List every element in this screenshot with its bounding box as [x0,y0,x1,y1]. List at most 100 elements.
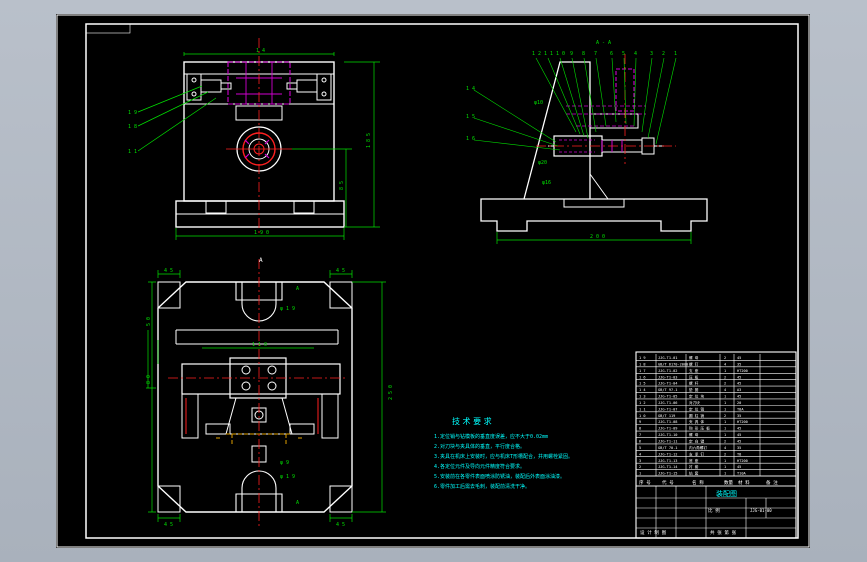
top-side-mark-2: A [296,500,299,506]
sheet-label: 共 张 第 张 [710,529,737,536]
parts-row-mat: T8 [737,452,741,456]
side-label-14: 1 4 [466,86,475,92]
front-part-label-19: 1 9 [128,110,137,116]
side-view[interactable]: 1 2 1 1 1 0 9 8 7 6 5 4 3 2 1 A - A 1 4 … [466,40,708,244]
parts-row-code: JJG-T1-15 [658,472,677,476]
side-label-4: 4 [634,51,637,57]
side-slot [563,199,625,208]
parts-row-name: 支 承 钉 [689,451,705,456]
parts-row-code: JJG-T1-02 [658,369,677,373]
parts-row-mat: 20 [737,401,741,405]
parts-row-name: 钻 套 [689,471,699,476]
top-corner-dim-tr: 4 5 [336,268,345,274]
tech-line-3: 3.夹具在机床上安装时，应与机床T形槽配合，并用螺栓紧固。 [434,453,573,460]
drawing-sheet[interactable]: 1 4 1 8 5 8 5 1 9 0 1 9 1 8 1 1 1 2 1 1 … [56,14,810,548]
parts-row-no: 1 [639,472,641,476]
top-corner-dim-bl: 4 5 [164,522,173,528]
parts-row-name: 内六角螺钉 [689,445,707,450]
side-label-5: 5 [622,51,625,57]
top-corner-dim-marks [157,270,353,522]
front-view[interactable]: 1 4 1 8 5 8 5 1 9 0 1 9 1 8 1 1 [128,38,380,240]
parts-row-qty: 2 [724,439,726,443]
parts-row-no: 4 [639,452,641,456]
header-remark: 备 注 [766,479,778,486]
parts-row-code: JJG-T1-03 [658,375,677,379]
top-hole-label-1: φ 1 9 [280,306,295,312]
side-upright [523,61,591,200]
side-top-labels: 1 2 1 1 1 0 9 8 7 6 5 4 3 2 1 [532,51,677,57]
parts-row-mat: 45 [737,465,741,469]
front-base-slots [176,201,344,215]
parts-row-mat: T10A [737,472,746,476]
parts-row-mat: A3 [737,388,741,392]
parts-row-name: 定 向 键 [689,438,705,443]
parts-row-no: 6 [639,439,641,443]
parts-row-name: 定 位 块 [689,394,705,399]
tech-line-2: 2.对刀块与夹具体的垂直，平行度合格。 [434,443,525,450]
front-mid-dim: 8 5 [339,181,345,190]
parts-row-code: GB/T 97.1 [658,388,677,392]
top-view[interactable]: A 4 5 4 5 4 5 4 5 1 1 0 2 5 0 5 0 8 0 φ … [146,257,394,529]
parts-row-name: 压 板 [689,374,699,379]
parts-row-code: JJG-T1-11 [658,439,677,443]
parts-row-qty: 4 [724,446,726,450]
parts-row-qty: 2 [724,356,726,360]
parts-row-code: JJG-T1-14 [658,465,677,469]
parts-row-no: 3 [639,459,641,463]
parts-row-code: JJG-T1-06 [658,401,677,405]
header-name: 名 称 [692,479,704,486]
top-hole-label-2: φ 1 9 [280,474,295,480]
parts-row-name: 钩 形 压 板 [689,426,710,431]
parts-row-qty: 1 [724,433,726,437]
parts-row-mat: HT200 [737,369,748,373]
parts-row-code: GB/T 119 [658,414,675,418]
cad-viewport[interactable]: 1 4 1 8 5 8 5 1 9 0 1 9 1 8 1 1 1 2 1 1 … [0,0,867,562]
parts-row-no: 1 0 [639,414,646,418]
parts-row-code: JJG-T1-12 [658,452,677,456]
parts-row-name: 定 位 销 [689,406,705,411]
parts-row-no: 1 3 [639,395,646,399]
parts-row-qty: 1 [724,465,726,469]
parts-row-qty: 4 [724,362,726,366]
parts-row-code: JJG-T1-01 [658,356,677,360]
tech-line-4: 4.各定位元件及导向元件精度符合要求。 [434,463,525,470]
parts-row-mat: 45 [737,439,741,443]
top-body-outline [157,281,353,513]
parts-row-no: 1 4 [639,388,646,392]
parts-row-mat: 45 [737,427,741,431]
scale-label: 比 例 [708,507,720,514]
parts-row-no: 1 9 [639,356,646,360]
side-label-3: 3 [650,51,653,57]
parts-row-name: 螺 母 [689,432,699,437]
parts-row-no: 1 1 [639,407,646,411]
top-corner-lugs [157,281,353,513]
parts-row-no: 1 2 [639,401,646,405]
designer-label: 设 计 制 图 [640,529,667,536]
parts-row-name: 夹 具 体 [689,419,705,424]
parts-row-name: 对刀块 [689,400,700,405]
side-note-phi16: φ16 [542,180,551,186]
side-label-8: 8 [582,51,585,57]
side-note-phi10: φ10 [534,100,543,106]
side-label-1: 1 [674,51,677,57]
parts-row-no: 8 [639,427,641,431]
parts-row-mat: 45 [737,382,741,386]
parts-row-code: GB/T 6170-2000 [658,362,688,366]
title-block[interactable]: 1 9 JJG-T1-01 螺 母 2 451 8 GB/T 6170-2000 螺 钉43… [635,351,797,539]
parts-row-code: GB/T 70.1 [658,446,677,450]
parts-row-mat: HT200 [737,459,748,463]
parts-row-qty: 2 [724,375,726,379]
parts-row-no: 1 7 [639,369,646,373]
side-label-10: 1 0 [556,51,565,57]
header-mat: 材 料 [738,479,750,486]
parts-row-qty: 1 [724,407,726,411]
parts-row-mat: 35 [737,446,741,450]
parts-row-mat: HT200 [737,420,748,424]
parts-row-code: JJG-T1-09 [658,427,677,431]
parts-row-code: JJG-T1-04 [658,382,677,386]
top-width-dim: 1 1 0 [252,342,267,348]
parts-row-name: 支 座 [689,368,699,373]
parts-row-qty: 1 [724,395,726,399]
header-code: 代 号 [662,479,674,486]
side-label-16: 1 6 [466,136,475,142]
